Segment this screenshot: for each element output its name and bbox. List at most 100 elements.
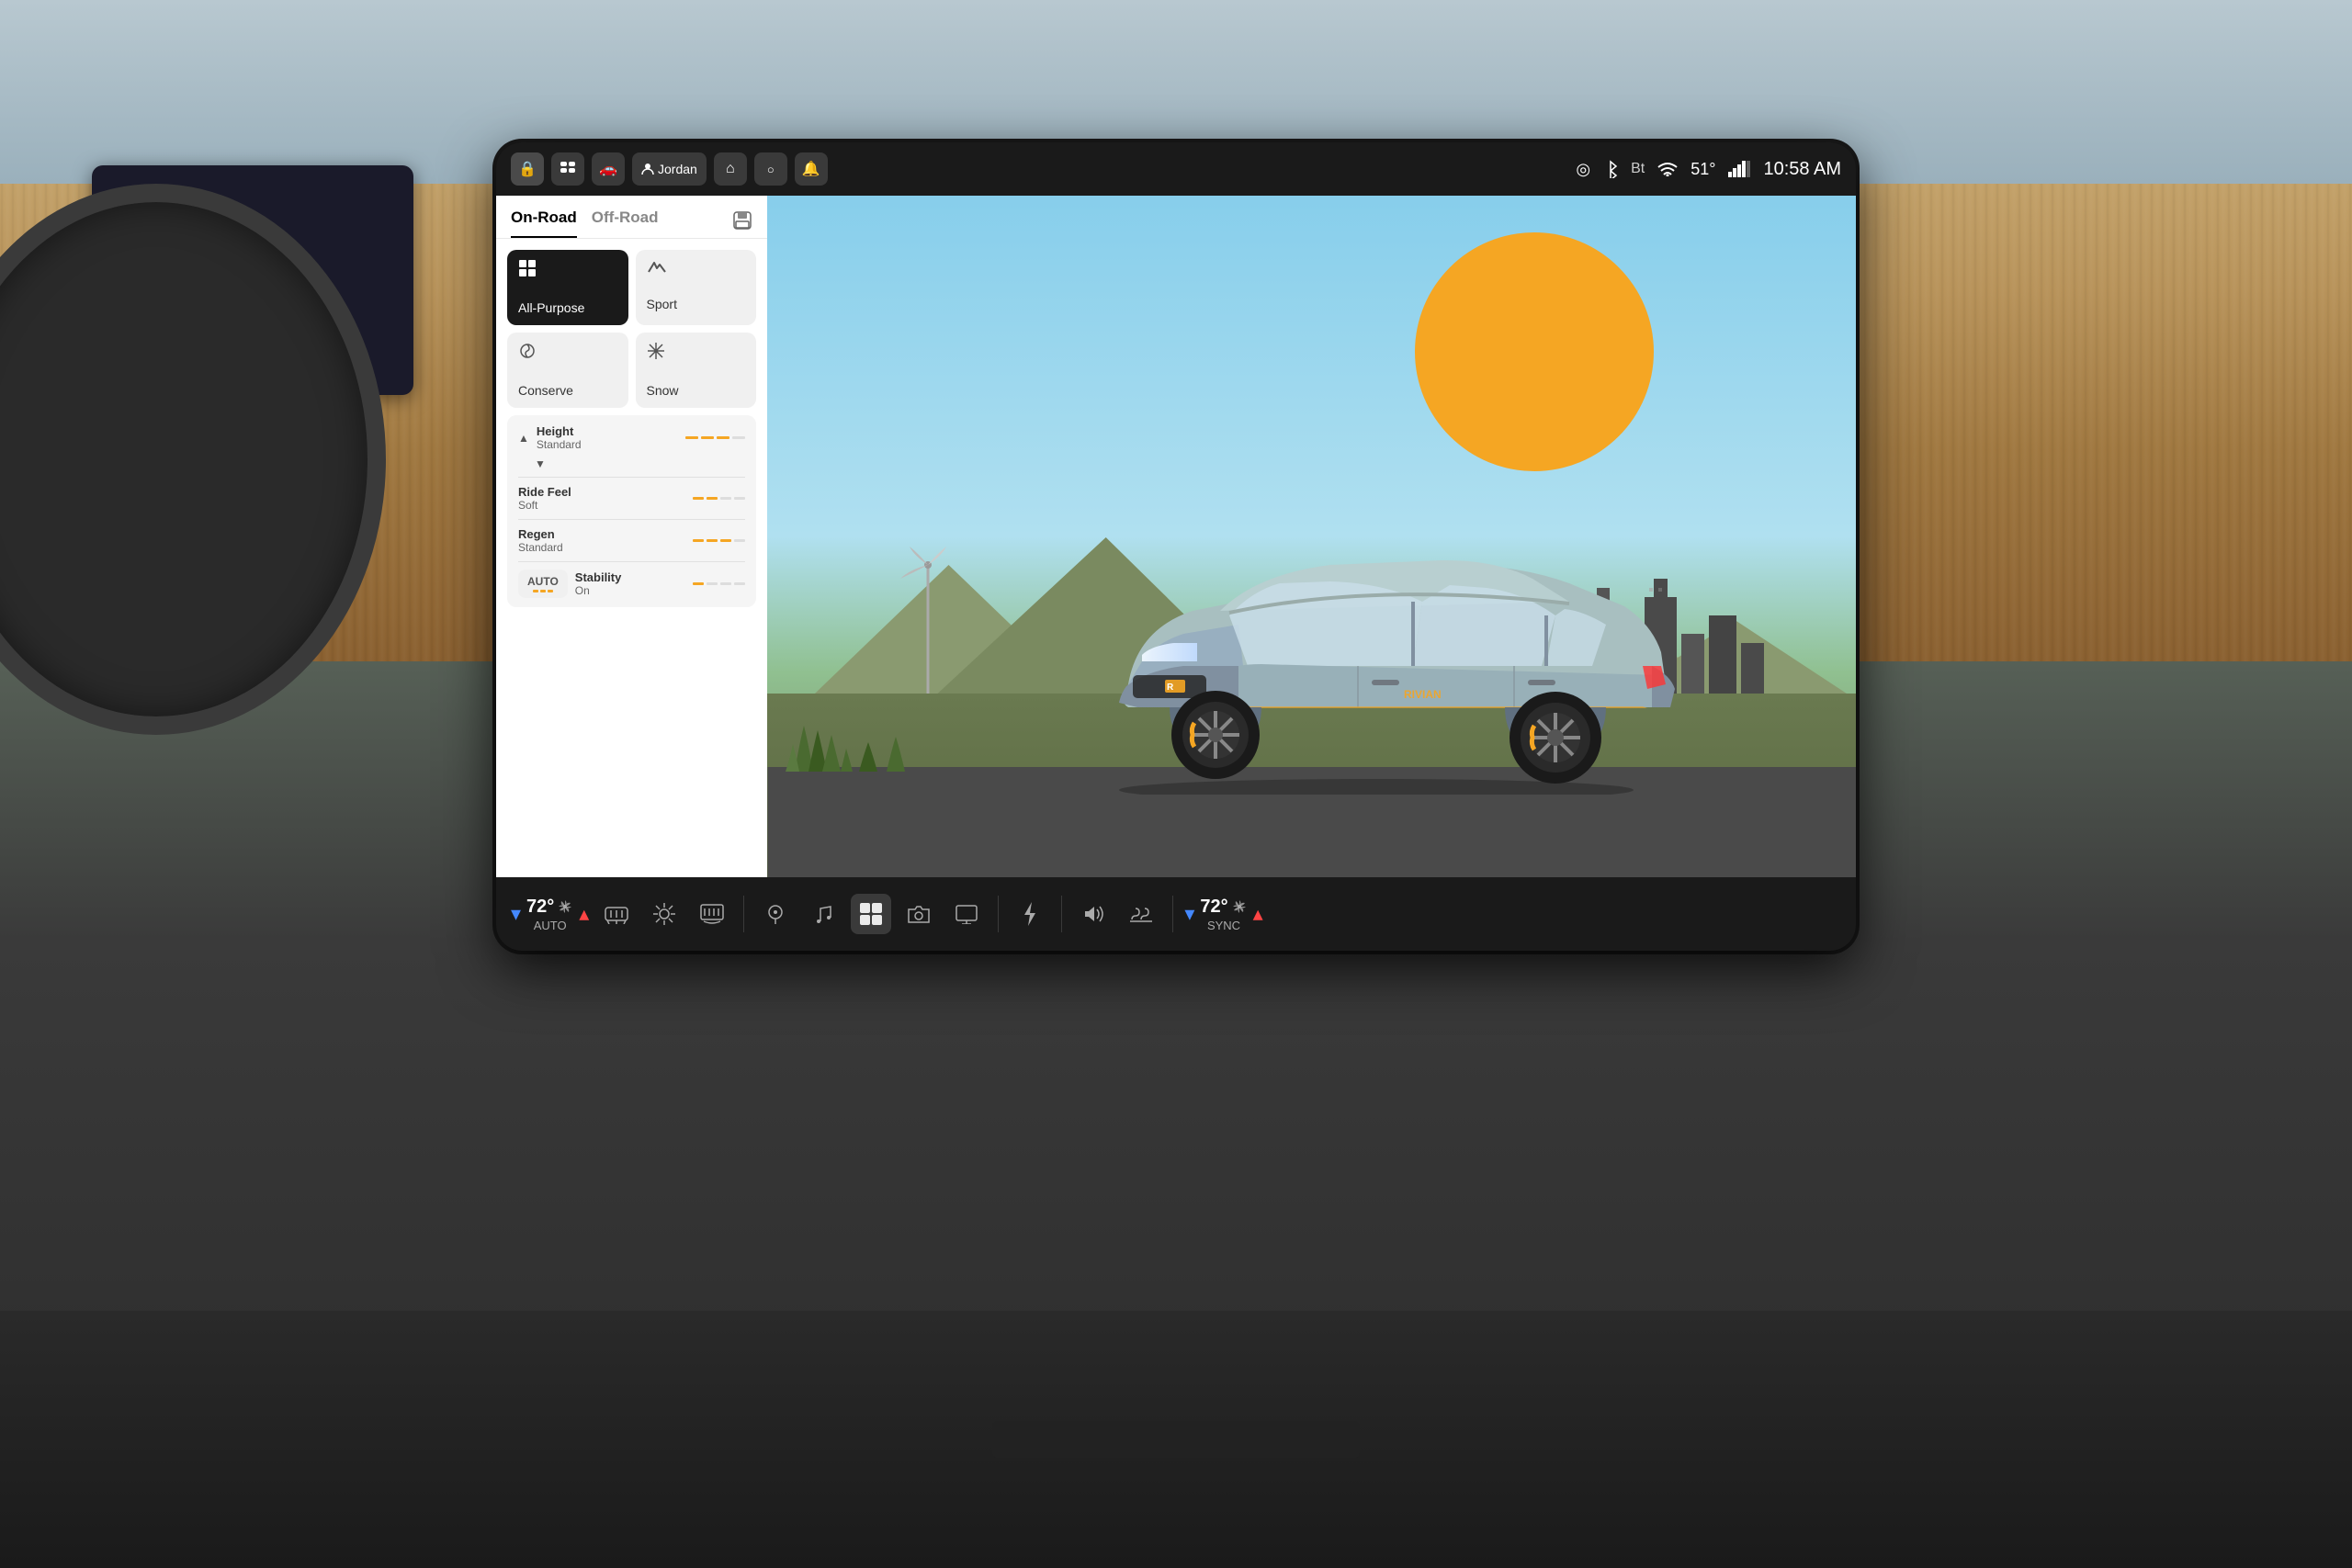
main-screen: 🔒 🚗 Jordan ⌂ ○ 🔔: [496, 142, 1856, 951]
height-labels: Height Standard: [537, 424, 678, 451]
tab-on-road[interactable]: On-Road: [511, 209, 577, 238]
hvac-icon-3[interactable]: [692, 894, 732, 934]
left-temp-down[interactable]: ▾: [511, 902, 521, 926]
right-temp-display: 72° SYNC: [1200, 897, 1247, 932]
drive-mode-icon[interactable]: [851, 894, 891, 934]
height-up[interactable]: ▲: [518, 433, 529, 444]
ride-feel-value: Soft: [518, 499, 685, 512]
left-temp-up[interactable]: ▴: [579, 902, 589, 926]
panel-tabs: On-Road Off-Road: [496, 196, 767, 239]
divider-right2: [1172, 896, 1173, 932]
regen-labels: Regen Standard: [518, 527, 685, 554]
auto-dots: [533, 590, 553, 592]
left-fan-icon: [557, 898, 573, 915]
right-temp: 72°: [1200, 897, 1227, 918]
divider2: [518, 519, 745, 520]
left-temp: 72°: [526, 897, 554, 918]
camera-icon[interactable]: [899, 894, 939, 934]
stability-value: On: [575, 584, 685, 597]
snow-label: Snow: [647, 383, 746, 398]
screen-content: On-Road Off-Road: [496, 196, 1856, 877]
regen-setting: Regen Standard: [518, 527, 745, 554]
right-temp-down[interactable]: ▾: [1184, 902, 1194, 926]
divider3: [518, 561, 745, 562]
location-icon: ◎: [1576, 160, 1590, 179]
right-fan-icon: [1231, 898, 1248, 915]
conserve-icon: [518, 342, 617, 365]
volume-icon[interactable]: [1073, 894, 1114, 934]
height-arrows[interactable]: ▲: [518, 433, 529, 444]
dashboard: P Standard 🔒 🚗: [0, 0, 2352, 1568]
ride-feel-labels: Ride Feel Soft: [518, 485, 685, 512]
screen-icon[interactable]: [946, 894, 987, 934]
bell-icon[interactable]: 🔔: [795, 152, 828, 186]
divider-left: [743, 896, 744, 932]
left-auto-label: AUTO: [534, 919, 567, 932]
panel-body: All-Purpose Sport: [496, 239, 767, 877]
home-icon[interactable]: ⌂: [714, 152, 747, 186]
plants: [786, 698, 969, 772]
right-climate: ▾ 72° SYNC ▴: [1184, 897, 1262, 932]
stability-row: AUTO Stability On: [518, 570, 745, 598]
bluetooth-icon: [1603, 160, 1618, 178]
drive-panel: On-Road Off-Road: [496, 196, 767, 877]
regen-name: Regen: [518, 527, 685, 541]
auto-dot-2: [540, 590, 546, 592]
mode-conserve[interactable]: Conserve: [507, 333, 628, 408]
all-purpose-label: All-Purpose: [518, 300, 617, 315]
nav-icon[interactable]: [755, 894, 796, 934]
charge-icon[interactable]: [1010, 894, 1050, 934]
height-value: Standard: [537, 438, 678, 451]
hvac-icon-2[interactable]: [644, 894, 684, 934]
tab-off-road[interactable]: Off-Road: [592, 209, 659, 238]
regen-value: Standard: [518, 541, 685, 554]
height-name: Height: [537, 424, 678, 438]
left-climate: ▾ 72° AUTO ▴: [511, 897, 589, 932]
right-temp-up[interactable]: ▴: [1253, 902, 1263, 926]
stability-labels: Stability On: [575, 570, 685, 597]
user-name: Jordan: [658, 162, 697, 176]
wind-turbine: [896, 547, 960, 694]
mode-snow[interactable]: Snow: [636, 333, 757, 408]
settings-section: ▲ Height Standard: [507, 415, 756, 607]
status-bar: 🔒 🚗 Jordan ⌂ ○ 🔔: [496, 142, 1856, 196]
signal-icon: [1728, 161, 1750, 177]
divider-right1: [1061, 896, 1062, 932]
clock: 10:58 AM: [1763, 159, 1841, 180]
music-icon[interactable]: [803, 894, 843, 934]
bt-label: Bt: [1631, 161, 1645, 177]
auto-badge[interactable]: AUTO: [518, 570, 568, 598]
ride-feel-setting: Ride Feel Soft: [518, 485, 745, 512]
ride-feel-name: Ride Feel: [518, 485, 685, 499]
auto-dot-1: [533, 590, 538, 592]
stability-name: Stability: [575, 570, 685, 584]
user-icon[interactable]: Jordan: [632, 152, 707, 186]
auto-text: AUTO: [527, 575, 559, 588]
center-vent: [992, 1421, 1360, 1458]
profile-icon[interactable]: [551, 152, 584, 186]
alexa-icon[interactable]: ○: [754, 152, 787, 186]
sun: [1415, 232, 1654, 471]
sport-label: Sport: [647, 297, 746, 311]
mode-sport[interactable]: Sport: [636, 250, 757, 325]
svg-text:R: R: [1167, 682, 1174, 693]
all-purpose-icon: [518, 259, 617, 282]
svg-text:RIVIAN: RIVIAN: [1404, 688, 1442, 701]
mode-all-purpose[interactable]: All-Purpose: [507, 250, 628, 325]
heat-icon[interactable]: [1121, 894, 1161, 934]
auto-dot-3: [548, 590, 553, 592]
rivian-car: R: [1055, 482, 1698, 795]
mode-grid: All-Purpose Sport: [507, 250, 756, 408]
height-down-arrow[interactable]: ▼: [535, 458, 546, 469]
bottom-toolbar: ▾ 72° AUTO ▴: [496, 877, 1856, 951]
wifi-icon: [1657, 162, 1678, 176]
car-visualization: R: [767, 196, 1856, 877]
left-temp-display: 72° AUTO: [526, 897, 573, 932]
car-icon[interactable]: 🚗: [592, 152, 625, 186]
lock-icon[interactable]: 🔒: [511, 152, 544, 186]
hvac-icon-1[interactable]: [596, 894, 637, 934]
save-icon[interactable]: [732, 210, 752, 236]
auto-section: AUTO: [518, 570, 568, 598]
height-down[interactable]: ▼: [535, 458, 546, 469]
conserve-label: Conserve: [518, 383, 617, 398]
